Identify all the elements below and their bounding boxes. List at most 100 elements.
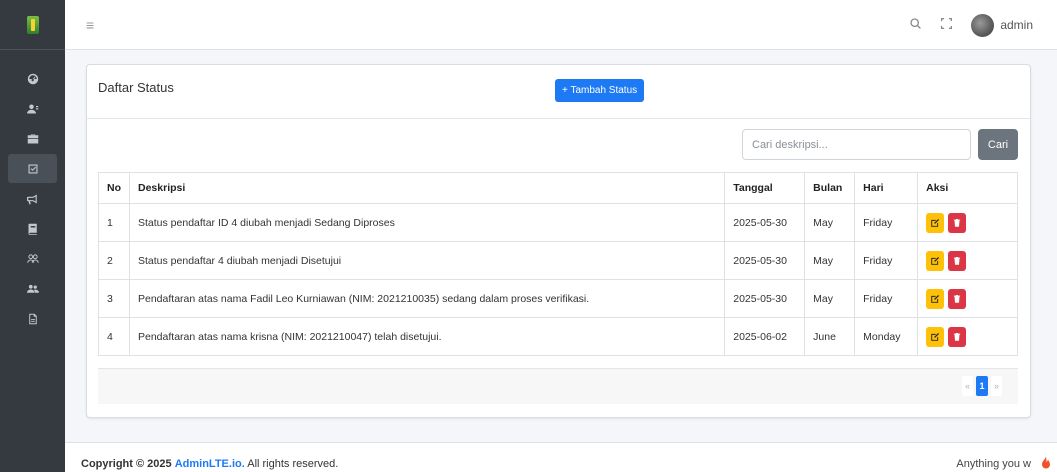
edit-icon (931, 332, 940, 341)
trash-icon (953, 218, 961, 227)
sidebar-item-document[interactable] (8, 304, 57, 333)
cell-deskripsi: Status pendaftar 4 diubah menjadi Disetu… (128, 241, 726, 280)
copyright-prefix: Copyright © 2025 (81, 458, 172, 470)
sidebar-item-status[interactable] (8, 154, 57, 183)
cell-aksi (917, 317, 1018, 356)
cell-tanggal: 2025-05-30 (724, 203, 806, 242)
cell-no: 4 (98, 317, 130, 356)
card-footer: « 1 » (98, 368, 1018, 404)
cell-tanggal: 2025-05-30 (724, 241, 806, 280)
table-row: 1 Status pendaftar ID 4 diubah menjadi S… (98, 203, 1018, 242)
delete-button[interactable] (948, 212, 967, 233)
delete-button[interactable] (948, 250, 967, 271)
cell-bulan: May (804, 203, 856, 242)
trash-icon (953, 256, 961, 265)
cell-deskripsi: Pendaftaran atas nama krisna (NIM: 20212… (128, 317, 726, 356)
edit-icon (931, 218, 940, 227)
sidebar-item-book[interactable] (8, 214, 57, 243)
edit-button[interactable] (926, 288, 945, 309)
file-icon (28, 313, 37, 324)
status-card: Daftar Status + Tambah Status Cari No De… (86, 64, 1031, 418)
cell-no: 2 (98, 241, 130, 280)
bullhorn-icon (26, 194, 37, 204)
column-header-no: No (98, 172, 130, 204)
column-header-aksi: Aksi (917, 172, 1018, 204)
search-icon[interactable] (909, 17, 922, 33)
cell-aksi (917, 279, 1018, 318)
user-menu[interactable]: admin (971, 13, 1033, 37)
edit-icon (931, 256, 940, 265)
sidebar-item-briefcase[interactable] (8, 124, 57, 153)
check-square-icon (28, 164, 37, 173)
top-navbar: ≡ admin (65, 0, 1057, 50)
column-header-tanggal: Tanggal (724, 172, 806, 204)
footer-right-text: Anything you w (956, 458, 1031, 470)
table-header-row: No Deskripsi Tanggal Bulan Hari Aksi (98, 172, 1018, 204)
brand-logo-link[interactable] (0, 0, 65, 50)
cell-aksi (917, 241, 1018, 280)
adminlte-link[interactable]: AdminLTE.io. (175, 458, 245, 470)
cell-hari: Monday (854, 317, 919, 356)
cell-hari: Friday (854, 241, 919, 280)
cell-tanggal: 2025-06-02 (724, 317, 806, 356)
status-table: No Deskripsi Tanggal Bulan Hari Aksi 1 S… (98, 172, 1018, 356)
cell-bulan: May (804, 241, 856, 280)
cell-hari: Friday (854, 203, 919, 242)
table-row: 2 Status pendaftar 4 diubah menjadi Dise… (98, 241, 1018, 280)
pagination: « 1 » (962, 376, 1002, 396)
briefcase-icon (27, 134, 38, 143)
edit-button[interactable] (926, 212, 945, 233)
table-row: 3 Pendaftaran atas nama Fadil Leo Kurnia… (98, 279, 1018, 318)
brand-logo (26, 15, 39, 34)
sidebar-item-friends[interactable] (8, 274, 57, 303)
cell-no: 3 (98, 279, 130, 318)
edit-button[interactable] (926, 250, 945, 271)
bars-icon[interactable]: ≡ (86, 18, 94, 32)
column-header-bulan: Bulan (804, 172, 856, 204)
user-name: admin (1000, 18, 1033, 32)
column-header-hari: Hari (854, 172, 919, 204)
sidebar-nav (0, 50, 65, 333)
delete-button[interactable] (948, 288, 967, 309)
book-icon (28, 223, 37, 235)
page-footer: Copyright © 2025 AdminLTE.io. All rights… (65, 442, 1057, 472)
dashboard-icon (27, 73, 38, 84)
copyright: Copyright © 2025 AdminLTE.io. All rights… (81, 458, 338, 470)
copyright-rights: All rights reserved. (247, 458, 339, 470)
users-icon (26, 104, 38, 113)
edit-button[interactable] (926, 326, 945, 347)
cell-deskripsi: Status pendaftar ID 4 diubah menjadi Sed… (128, 203, 726, 242)
avatar (971, 13, 995, 37)
sidebar-item-users[interactable] (8, 94, 57, 123)
edit-icon (931, 294, 940, 303)
column-header-deskripsi: Deskripsi (128, 172, 726, 204)
flame-icon[interactable] (1035, 453, 1057, 472)
cell-deskripsi: Pendaftaran atas nama Fadil Leo Kurniawa… (128, 279, 726, 318)
user-group-icon (26, 253, 39, 263)
card-title: Daftar Status (98, 80, 174, 95)
cell-no: 1 (98, 203, 130, 242)
cell-aksi (917, 203, 1018, 242)
user-friends-icon (26, 284, 39, 293)
pagination-prev[interactable]: « (962, 376, 973, 396)
fullscreen-icon[interactable] (940, 17, 953, 33)
pagination-page-1[interactable]: 1 (976, 376, 988, 396)
search-button[interactable]: Cari (978, 129, 1018, 160)
cell-tanggal: 2025-05-30 (724, 279, 806, 318)
card-header: Daftar Status + Tambah Status (87, 65, 1030, 119)
sidebar-item-announcement[interactable] (8, 184, 57, 213)
pagination-next[interactable]: » (991, 376, 1002, 396)
sidebar-item-members[interactable] (8, 244, 57, 273)
delete-button[interactable] (948, 326, 967, 347)
table-row: 4 Pendaftaran atas nama krisna (NIM: 202… (98, 317, 1018, 356)
trash-icon (953, 294, 961, 303)
sidebar-item-dashboard[interactable] (8, 64, 57, 93)
search-input[interactable] (742, 129, 971, 160)
search-form: Cari (742, 129, 1018, 160)
navbar-right: admin (909, 0, 1033, 50)
add-status-button[interactable]: + Tambah Status (555, 79, 645, 102)
cell-bulan: May (804, 279, 856, 318)
sidebar (0, 0, 65, 472)
trash-icon (953, 332, 961, 341)
cell-bulan: June (804, 317, 856, 356)
